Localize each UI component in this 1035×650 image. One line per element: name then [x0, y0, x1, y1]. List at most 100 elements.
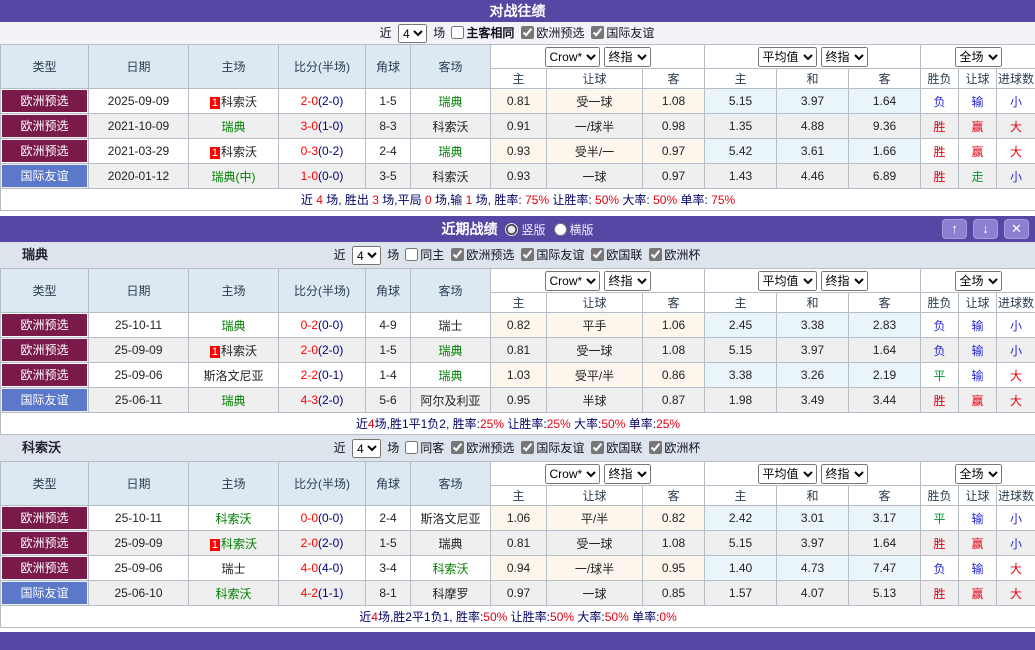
- arrow-down-button[interactable]: ↓: [973, 219, 998, 239]
- team0-count-select[interactable]: 4: [352, 246, 381, 265]
- league-link[interactable]: 欧洲预选: [2, 507, 87, 529]
- league-link[interactable]: 欧洲预选: [2, 90, 87, 112]
- h2h-count-select[interactable]: 4: [398, 24, 427, 43]
- away-team-link[interactable]: 科摩罗: [432, 587, 468, 601]
- home-team-link[interactable]: 科索沃: [221, 344, 257, 358]
- team0-match-scope-select[interactable]: 全场: [955, 271, 1002, 291]
- league-cell: 欧洲预选: [1, 338, 89, 363]
- team1-bookmaker-final-odds-select[interactable]: 终指: [604, 464, 651, 484]
- fulltime-score[interactable]: 2-0: [301, 343, 318, 357]
- h2h-sub-header-avg-home: 主: [705, 69, 777, 89]
- fulltime-score[interactable]: 2-2: [301, 368, 318, 382]
- date-cell: 2025-09-09: [89, 89, 189, 114]
- home-team-link[interactable]: 科索沃: [221, 95, 257, 109]
- away-team-link[interactable]: 瑞典: [438, 145, 462, 159]
- winlose-result-cell: 平: [921, 363, 959, 388]
- home-team-link[interactable]: 科索沃: [215, 512, 251, 526]
- team1-average-final-odds-select[interactable]: 终指: [821, 464, 868, 484]
- checkbox-国际友谊[interactable]: [521, 441, 534, 454]
- league-link[interactable]: 欧洲预选: [2, 339, 87, 361]
- league-link[interactable]: 欧洲预选: [2, 557, 87, 579]
- fulltime-score[interactable]: 0-0: [301, 511, 318, 525]
- checkbox-国际友谊[interactable]: [521, 248, 534, 261]
- league-link[interactable]: 欧洲预选: [2, 115, 87, 137]
- checkbox-国际友谊[interactable]: [591, 26, 604, 39]
- winlose-result-cell: 胜: [921, 114, 959, 139]
- team0-average-select[interactable]: 平均值: [758, 271, 817, 291]
- summary-segment: 25%: [656, 417, 680, 431]
- league-link[interactable]: 欧洲预选: [2, 364, 87, 386]
- team1-match-scope-select[interactable]: 全场: [955, 464, 1002, 484]
- team0-select-group-2: 全场: [921, 269, 1035, 293]
- recent-count-label: 近: [334, 441, 349, 455]
- fulltime-score[interactable]: 4-2: [301, 586, 318, 600]
- fulltime-score[interactable]: 0-3: [301, 144, 318, 158]
- avg-draw-cell: 4.88: [777, 114, 849, 139]
- home-team-link[interactable]: 瑞典: [221, 319, 245, 333]
- fulltime-score[interactable]: 4-3: [301, 393, 318, 407]
- corner-cell: 1-5: [366, 338, 411, 363]
- checkbox-同客[interactable]: [405, 441, 418, 454]
- checkbox-欧洲预选[interactable]: [451, 248, 464, 261]
- home-team-link[interactable]: 科索沃: [221, 537, 257, 551]
- radio-horizontal-layout[interactable]: [554, 223, 567, 236]
- away-team-link[interactable]: 科索沃: [432, 562, 468, 576]
- team0-bookmaker-final-odds-select[interactable]: 终指: [604, 271, 651, 291]
- home-team-link[interactable]: 瑞典: [221, 120, 245, 134]
- home-team-link[interactable]: 瑞典(中): [212, 170, 256, 184]
- team1-count-select[interactable]: 4: [352, 439, 381, 458]
- fulltime-score[interactable]: 0-2: [301, 318, 318, 332]
- h2h-col-header-3: 比分(半场): [279, 45, 366, 89]
- team1-average-select[interactable]: 平均值: [758, 464, 817, 484]
- date-cell: 25-10-11: [89, 506, 189, 531]
- h2h-select-group-2: 全场: [921, 45, 1035, 69]
- fulltime-score[interactable]: 1-0: [301, 169, 318, 183]
- home-team-link[interactable]: 瑞士: [221, 562, 245, 576]
- away-team-link[interactable]: 瑞士: [438, 319, 462, 333]
- away-team-link[interactable]: 科索沃: [432, 170, 468, 184]
- away-team-link[interactable]: 科索沃: [432, 120, 468, 134]
- league-link[interactable]: 欧洲预选: [2, 140, 87, 162]
- checkbox-欧洲预选[interactable]: [521, 26, 534, 39]
- checkbox-主客相同[interactable]: [451, 26, 464, 39]
- away-team-link[interactable]: 瑞典: [438, 344, 462, 358]
- fulltime-score[interactable]: 4-0: [301, 561, 318, 575]
- checkbox-欧国联[interactable]: [591, 441, 604, 454]
- h2h-bookmaker-select[interactable]: Crow*: [545, 47, 600, 67]
- team1-col-header-4: 角球: [366, 462, 411, 506]
- team1-bookmaker-select[interactable]: Crow*: [545, 464, 600, 484]
- checkbox-欧洲预选[interactable]: [451, 441, 464, 454]
- league-link[interactable]: 国际友谊: [2, 165, 87, 187]
- checkbox-欧洲杯[interactable]: [649, 248, 662, 261]
- team0-bookmaker-select[interactable]: Crow*: [545, 271, 600, 291]
- away-team-link[interactable]: 瑞典: [438, 537, 462, 551]
- checkbox-欧国联[interactable]: [591, 248, 604, 261]
- away-team-link[interactable]: 瑞典: [438, 369, 462, 383]
- checkbox-同主[interactable]: [405, 248, 418, 261]
- away-team-link[interactable]: 斯洛文尼亚: [420, 512, 480, 526]
- h2h-match-scope-select[interactable]: 全场: [955, 47, 1002, 67]
- away-team-link[interactable]: 阿尔及利亚: [420, 394, 480, 408]
- h2h-average-select[interactable]: 平均值: [758, 47, 817, 67]
- radio-vertical-layout[interactable]: [505, 223, 518, 236]
- arrow-up-button[interactable]: ↑: [942, 219, 967, 239]
- league-link[interactable]: 欧洲预选: [2, 314, 87, 336]
- league-link[interactable]: 国际友谊: [2, 389, 87, 411]
- h2h-bookmaker-final-odds-select[interactable]: 终指: [604, 47, 651, 67]
- fulltime-score[interactable]: 2-0: [301, 536, 318, 550]
- fulltime-score[interactable]: 2-0: [301, 94, 318, 108]
- home-team-link[interactable]: 科索沃: [215, 587, 251, 601]
- home-team-link[interactable]: 瑞典: [221, 394, 245, 408]
- h2h-average-final-odds-select[interactable]: 终指: [821, 47, 868, 67]
- away-team-link[interactable]: 瑞典: [438, 95, 462, 109]
- checkbox-label: 欧洲预选: [536, 26, 584, 40]
- team0-average-final-odds-select[interactable]: 终指: [821, 271, 868, 291]
- league-link[interactable]: 欧洲预选: [2, 532, 87, 554]
- home-team-link[interactable]: 科索沃: [221, 145, 257, 159]
- league-link[interactable]: 国际友谊: [2, 582, 87, 604]
- checkbox-欧洲杯[interactable]: [649, 441, 662, 454]
- close-button[interactable]: ✕: [1004, 219, 1029, 239]
- team1-checkbox-3: 欧国联: [591, 441, 642, 455]
- home-team-link[interactable]: 斯洛文尼亚: [203, 369, 263, 383]
- fulltime-score[interactable]: 3-0: [301, 119, 318, 133]
